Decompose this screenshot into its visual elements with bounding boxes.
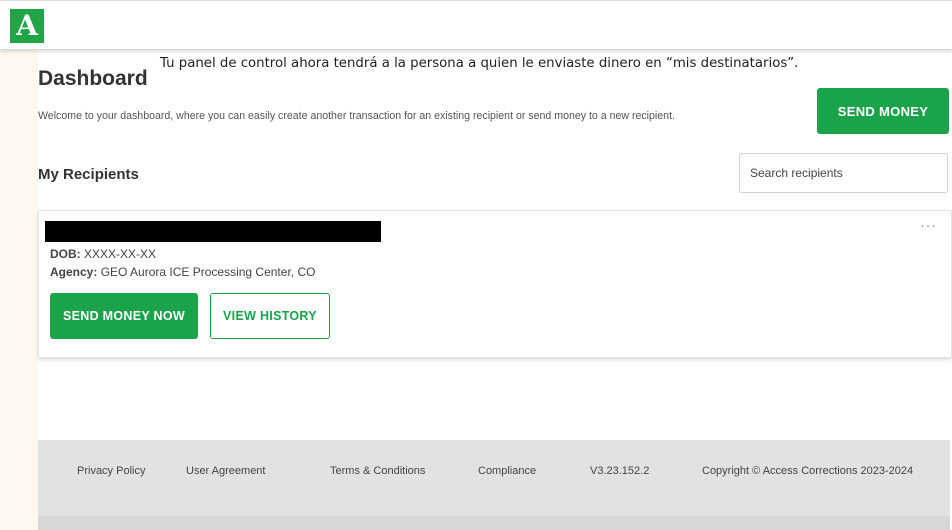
- dob-value: XXXX-XX-XX: [84, 247, 157, 261]
- version-label: V3.23.152.2: [590, 465, 650, 477]
- app-window: A Tu panel de control ahora tendrá a la …: [0, 0, 952, 530]
- user-agreement-link[interactable]: User Agreement: [186, 465, 265, 477]
- footer-bottom-bar: [38, 516, 950, 530]
- access-corrections-logo[interactable]: A: [10, 9, 44, 43]
- privacy-policy-link[interactable]: Privacy Policy: [77, 465, 145, 477]
- search-recipients-input[interactable]: [739, 153, 948, 193]
- send-money-now-button[interactable]: SEND MONEY NOW: [50, 293, 198, 339]
- recipients-section-title: My Recipients: [38, 166, 139, 183]
- agency-value: GEO Aurora ICE Processing Center, CO: [100, 265, 316, 279]
- instruction-caption: Tu panel de control ahora tendrá a la pe…: [160, 56, 799, 71]
- recipient-card: ··· DOB: XXXX-XX-XX Agency: GEO Aurora I…: [38, 210, 952, 358]
- compliance-link[interactable]: Compliance: [478, 465, 536, 477]
- more-options-icon[interactable]: ···: [920, 217, 937, 233]
- welcome-text: Welcome to your dashboard, where you can…: [38, 110, 675, 122]
- recipient-dob: DOB: XXXX-XX-XX: [50, 247, 156, 261]
- redacted-recipient-name: [45, 221, 381, 242]
- page-title: Dashboard: [38, 67, 148, 90]
- terms-link[interactable]: Terms & Conditions: [330, 465, 425, 477]
- agency-label: Agency:: [50, 265, 98, 279]
- top-bar: A: [0, 1, 952, 50]
- dob-label: DOB:: [50, 247, 81, 261]
- footer: Privacy Policy User Agreement Terms & Co…: [38, 440, 950, 530]
- recipient-agency: Agency: GEO Aurora ICE Processing Center…: [50, 265, 315, 279]
- send-money-button[interactable]: SEND MONEY: [817, 88, 949, 134]
- left-margin: [0, 49, 38, 530]
- copyright-text: Copyright © Access Corrections 2023-2024: [702, 465, 914, 477]
- view-history-button[interactable]: VIEW HISTORY: [210, 293, 330, 339]
